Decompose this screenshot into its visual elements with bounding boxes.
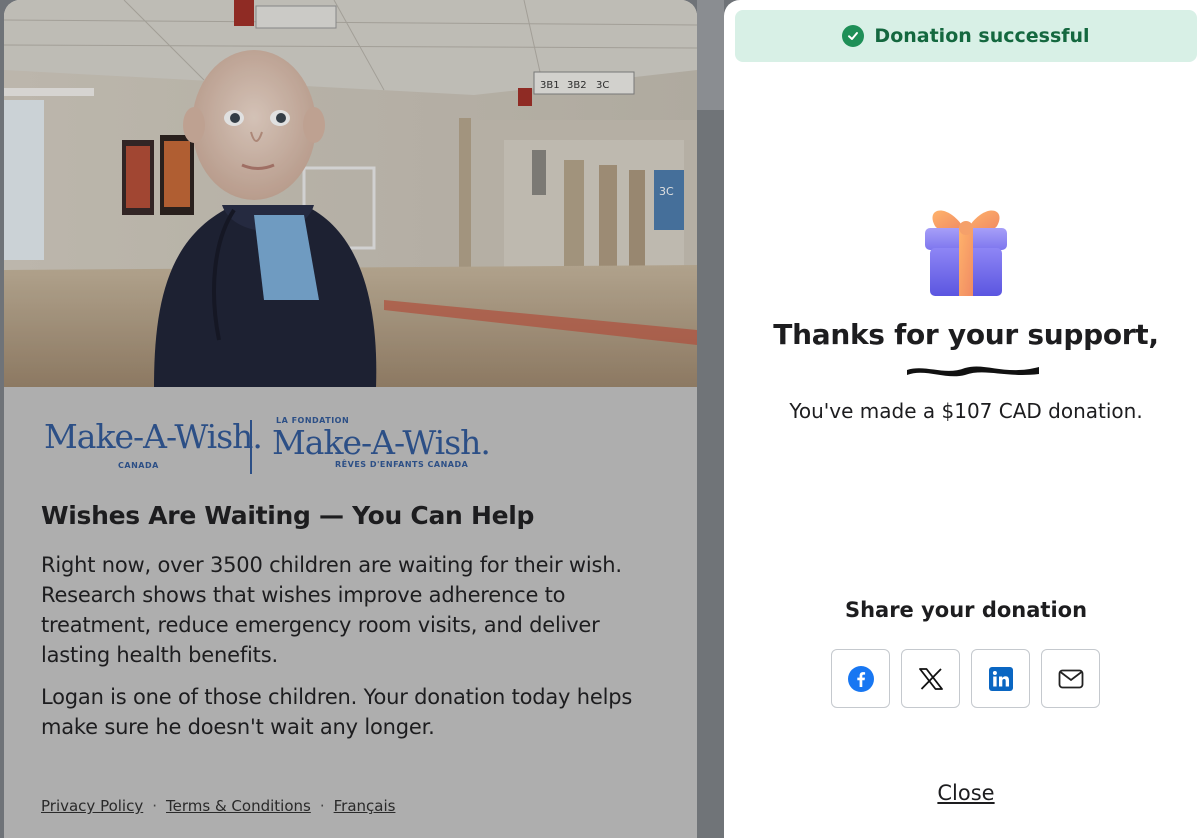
footer-separator: · [152,797,158,815]
campaign-card: 3B1 3B2 3C 3C Make-A-Wish. CANADA LA FON… [4,0,697,838]
logo-english: Make-A-Wish. CANADA [44,417,263,471]
footer-links: Privacy Policy · Terms & Conditions · Fr… [41,797,395,815]
close-button[interactable]: Close [724,781,1200,805]
terms-link[interactable]: Terms & Conditions [166,797,311,815]
make-a-wish-logos: Make-A-Wish. CANADA LA FONDATION Make-A-… [44,416,491,476]
gift-icon [917,198,1015,302]
share-email-button[interactable] [1041,649,1100,708]
footer-separator: · [319,797,325,815]
x-icon [918,667,943,690]
email-icon [1058,669,1083,688]
logo-french-wordmark: Make-A-Wish. [272,423,491,462]
logo-french-subtitle: RÊVES D'ENFANTS CANADA [335,460,469,469]
logo-english-subtitle: CANADA [118,461,159,470]
share-linkedin-button[interactable] [971,649,1030,708]
hero-photo: 3B1 3B2 3C 3C [4,0,697,387]
thanks-heading: Thanks for your support, [773,318,1159,351]
logo-english-wordmark: Make-A-Wish. [44,417,263,456]
logo-divider [250,420,252,474]
share-heading: Share your donation [844,598,1088,622]
redacted-donor-name [907,366,1039,377]
success-toast: Donation successful [735,10,1197,62]
campaign-paragraph-2: Logan is one of those children. Your don… [41,685,633,739]
privacy-policy-link[interactable]: Privacy Policy [41,797,143,815]
campaign-heading: Wishes Are Waiting — You Can Help [41,501,535,530]
share-x-button[interactable] [901,649,960,708]
share-facebook-button[interactable] [831,649,890,708]
donation-amount-message: You've made a $107 CAD donation. [789,399,1143,423]
donation-confirmation-panel: Donation successful Thanks for your supp… [724,0,1200,838]
check-circle-icon [842,25,865,47]
share-buttons [831,649,1100,708]
campaign-paragraph-1: Right now, over 3500 children are waitin… [41,553,622,667]
linkedin-icon [988,666,1013,691]
francais-link[interactable]: Français [334,797,396,815]
backdrop-strip [697,0,724,838]
facebook-icon [847,665,874,692]
toast-message: Donation successful [874,25,1090,47]
backdrop-shadow [697,0,724,110]
